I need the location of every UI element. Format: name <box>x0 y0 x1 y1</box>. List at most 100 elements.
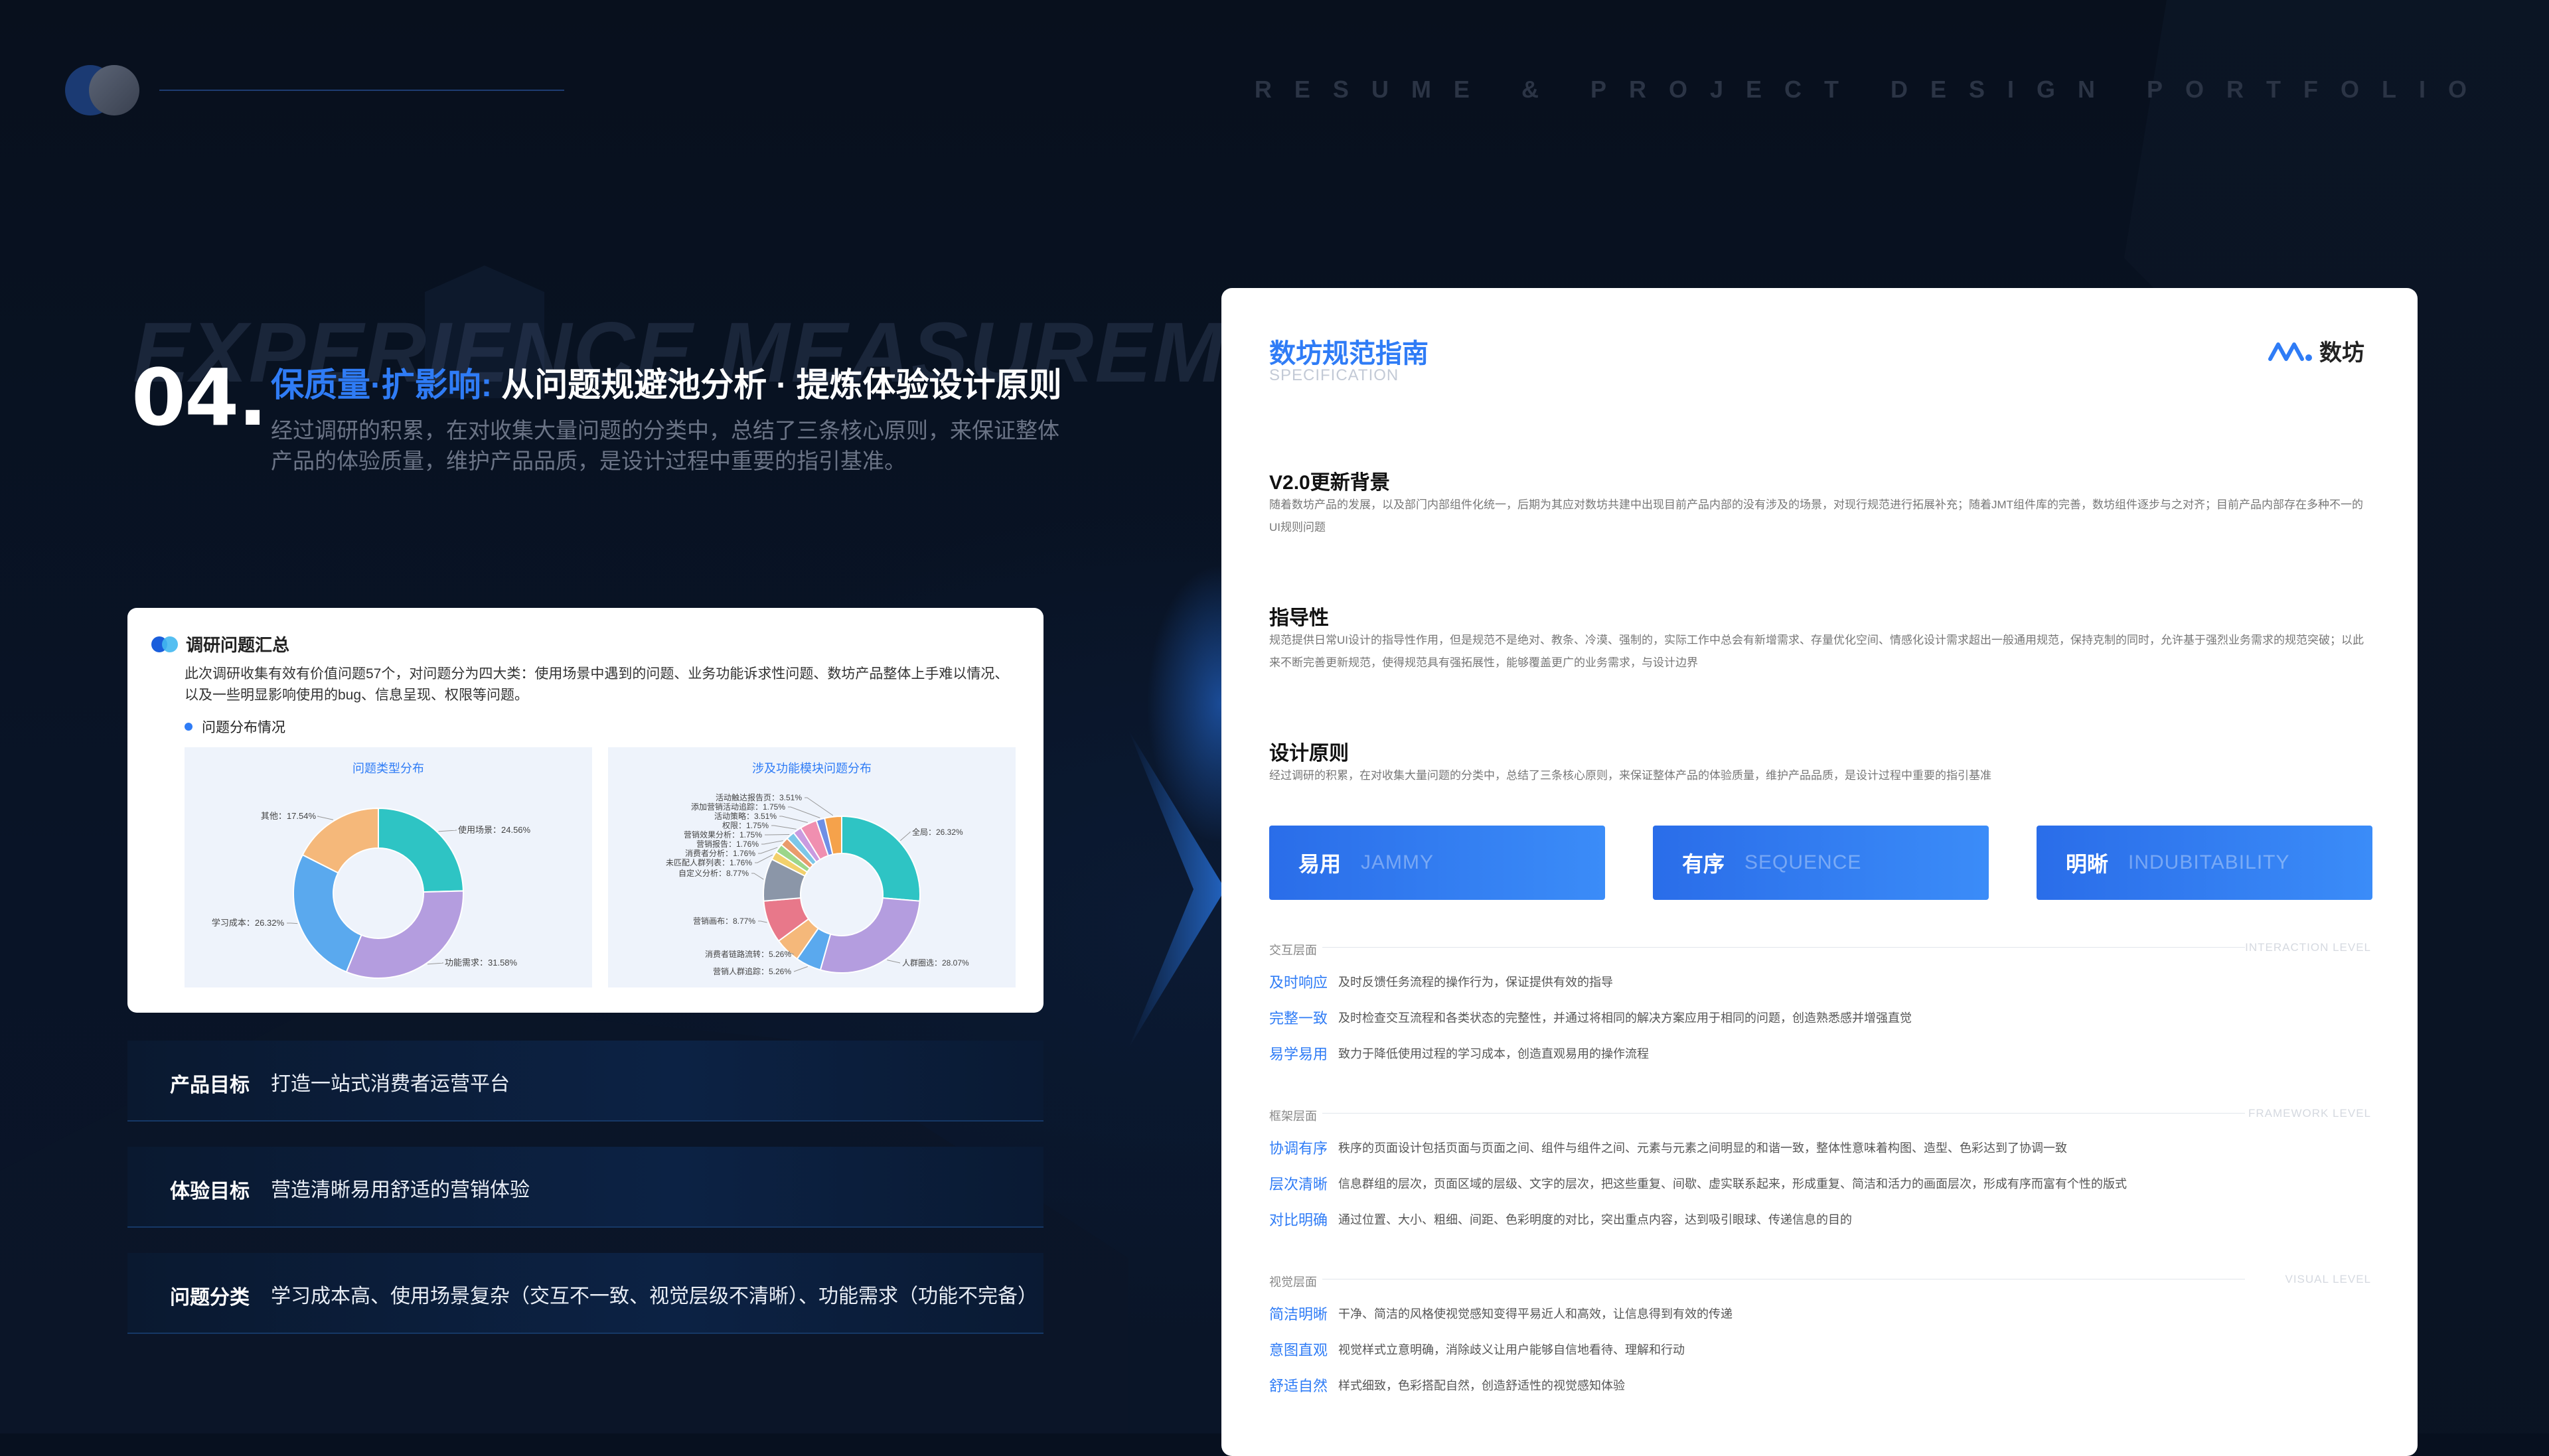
label-leader <box>758 920 767 923</box>
label-leader <box>438 830 457 832</box>
label-leader <box>793 966 808 972</box>
survey-text: 此次调研收集有效有价值问题57个，对问题分为四大类：使用场景中遇到的问题、业务功… <box>185 666 1009 703</box>
donut-slice <box>378 807 464 893</box>
principle-card: 明晰 INDUBITABILITY <box>2037 826 2372 900</box>
goal-label: 问题分类 <box>170 1287 250 1309</box>
header-divider <box>159 90 564 91</box>
spec-section-heading: 指导性 <box>1269 607 1329 629</box>
item-key: 层次清晰 <box>1269 1176 1328 1193</box>
slice-label: 全局：26.32% <box>912 827 963 837</box>
slice-label: 营销人群追踪：5.26% <box>713 966 791 976</box>
donut-slice <box>841 815 921 902</box>
slice-label: 营销画布：8.77% <box>693 916 755 926</box>
survey-subheading-text: 问题分布情况 <box>202 720 285 735</box>
label-leader <box>805 797 834 816</box>
label-leader <box>899 832 911 841</box>
label-leader <box>287 922 298 924</box>
goal-value: 学习成本高、使用场景复杂（交互不一致、视觉层级不清晰）、功能需求（功能不完备） <box>271 1285 1038 1307</box>
level-header: 框架层面 FRAMEWORK LEVEL <box>1269 1103 2371 1123</box>
spec-subtitle: SPECIFICATION <box>1269 366 1399 384</box>
spec-section-heading: V2.0更新背景 <box>1269 472 1390 494</box>
level-name: 视觉层面 <box>1269 1275 1317 1289</box>
principle-en: JAMMY <box>1361 851 1434 873</box>
item-value: 及时检查交互流程和各类状态的完整性，并通过将相同的解决方案应用于相同的问题，创造… <box>1338 1011 1912 1025</box>
survey-heading: 调研问题汇总 <box>151 632 289 656</box>
level-divider <box>1322 1113 2245 1114</box>
principle-en: SEQUENCE <box>1744 851 1862 873</box>
item-key: 易学易用 <box>1269 1046 1328 1062</box>
label-leader <box>765 834 790 836</box>
level-en: INTERACTION LEVEL <box>2245 941 2371 954</box>
goal-row: 问题分类 学习成本高、使用场景复杂（交互不一致、视觉层级不清晰）、功能需求（功能… <box>127 1253 1043 1334</box>
slice-label: 权限：1.75% <box>722 821 769 830</box>
level-name: 框架层面 <box>1269 1110 1317 1123</box>
spec-title: 数坊规范指南 <box>1269 339 1429 368</box>
brand-mark-icon <box>2268 342 2312 361</box>
brand-logo: 数坊 <box>2268 334 2364 367</box>
level-item: 及时响应 及时反馈任务流程的操作行为，保证提供有效的指导 <box>1269 972 2371 991</box>
slice-label: 功能需求：31.58% <box>445 958 518 968</box>
spec-section-heading: 设计原则 <box>1269 743 1349 764</box>
label-leader <box>317 816 334 820</box>
spec-section-text: 随着数坊产品的发展，以及部门内部组件化统一，后期为其应对数坊共建中出现目前产品内… <box>1269 498 2364 534</box>
label-leader <box>761 840 783 845</box>
chart-type-distribution: 问题类型分布 使用场景：24.56% 功能需求：31.58% 学习成本：26.32%… <box>185 747 592 987</box>
spec-panel: 数坊规范指南 SPECIFICATION 数坊 V2.0更新背景 随着数坊产品的… <box>1221 288 2418 1456</box>
slice-label: 人群圈选：28.07% <box>902 958 969 968</box>
slice-label: 活动触达报告页：3.51% <box>716 792 802 802</box>
survey-card: 调研问题汇总 此次调研收集有效有价值问题57个，对问题分为四大类：使用场景中遇到… <box>127 608 1043 1013</box>
slice-label: 消费者链路流转：5.26% <box>705 949 791 959</box>
slice-label: 未匹配人群列表：1.76% <box>666 858 752 867</box>
level-item: 层次清晰 信息群组的层次，页面区域的层级、文字的层次，把这些重复、间歇、虚实联系起… <box>1269 1173 2371 1193</box>
spec-section-text: 经过调研的积累，在对收集大量问题的分类中，总结了三条核心原则，来保证整体产品的体… <box>1269 769 1991 782</box>
principle-cn: 易用 <box>1298 852 1342 876</box>
slice-label: 营销效果分析：1.75% <box>684 830 762 839</box>
level-name: 交互层面 <box>1269 944 1317 957</box>
item-value: 秩序的页面设计包括页面与页面之间、组件与组件之间、元素与元素之间明显的和谐一致，… <box>1338 1141 2067 1155</box>
slice-label: 其他：17.54% <box>261 811 317 821</box>
goal-value: 打造一站式消费者运营平台 <box>271 1073 510 1095</box>
level-item: 协调有序 秩序的页面设计包括页面与页面之间、组件与组件之间、元素与元素之间明显的和… <box>1269 1137 2371 1157</box>
title-highlight: 保质量·扩影响: <box>271 366 493 403</box>
level-header: 交互层面 INTERACTION LEVEL <box>1269 937 2371 957</box>
item-value: 信息群组的层次，页面区域的层级、文字的层次，把这些重复、间歇、虚实联系起来，形成… <box>1338 1177 2127 1191</box>
item-key: 对比明确 <box>1269 1212 1328 1228</box>
principle-card: 有序 SEQUENCE <box>1653 826 1989 900</box>
slice-label: 使用场景：24.56% <box>458 825 531 835</box>
level-en: VISUAL LEVEL <box>2285 1273 2371 1285</box>
label-leader <box>751 873 764 880</box>
level-item: 简洁明晰 干净、简洁的风格使视觉感知变得平易近人和高效，让信息得到有效的传递 <box>1269 1303 2371 1323</box>
principle-cn: 明晰 <box>2066 852 2109 876</box>
section-title: 保质量·扩影响: 从问题规避池分析 · 提炼体验设计原则 <box>271 358 1062 406</box>
chart-module-distribution: 涉及功能模块问题分布 全局：26.32% 人群圈选：28.07% 营销人群追踪：5.… <box>608 747 1016 987</box>
circles-icon <box>151 636 181 652</box>
item-value: 样式细致，色彩搭配自然，创造舒适性的视觉感知体验 <box>1338 1379 1625 1392</box>
item-value: 视觉样式立意明确，消除歧义让用户能够自信地看待、理解和行动 <box>1338 1343 1685 1356</box>
goal-label: 产品目标 <box>170 1074 250 1096</box>
brand-name: 数坊 <box>2319 340 2364 366</box>
survey-heading-text: 调研问题汇总 <box>186 635 290 655</box>
principle-card: 易用 JAMMY <box>1269 826 1605 900</box>
goal-row: 体验目标 营造清晰易用舒适的营销体验 <box>127 1147 1043 1228</box>
label-leader <box>427 962 444 965</box>
item-key: 简洁明晰 <box>1269 1306 1328 1323</box>
slice-label: 活动策略：3.51% <box>714 811 777 821</box>
principle-cn: 有序 <box>1682 852 1725 876</box>
level-item: 意图直观 视觉样式立意明确，消除歧义让用户能够自信地看待、理解和行动 <box>1269 1339 2371 1359</box>
donut-chart: 全局：26.32% 人群圈选：28.07% 营销人群追踪：5.26% 消费者链路流转：… <box>666 792 969 976</box>
bullet-icon <box>185 723 193 731</box>
item-key: 协调有序 <box>1269 1140 1328 1157</box>
goal-row: 产品目标 打造一站式消费者运营平台 <box>127 1041 1043 1122</box>
label-leader <box>758 847 778 854</box>
slice-label: 添加营销活动追踪：1.75% <box>691 802 785 812</box>
label-leader <box>779 816 808 823</box>
level-item: 舒适自然 样式细致，色彩搭配自然，创造舒适性的视觉感知体验 <box>1269 1375 2371 1395</box>
section-description: 经过调研的积累，在对收集大量问题的分类中，总结了三条核心原则，来保证整体产品的体… <box>271 418 1059 473</box>
slice-label: 自定义分析：8.77% <box>678 868 749 878</box>
goal-value: 营造清晰易用舒适的营销体验 <box>271 1179 530 1201</box>
item-key: 舒适自然 <box>1269 1378 1328 1394</box>
section-number: 04. <box>131 352 268 443</box>
item-value: 及时反馈任务流程的操作行为，保证提供有效的指导 <box>1338 976 1613 989</box>
item-key: 意图直观 <box>1269 1342 1328 1358</box>
level-item: 完整一致 及时检查交互流程和各类状态的完整性，并通过将相同的解决方案应用于相同的问… <box>1269 1007 2371 1027</box>
